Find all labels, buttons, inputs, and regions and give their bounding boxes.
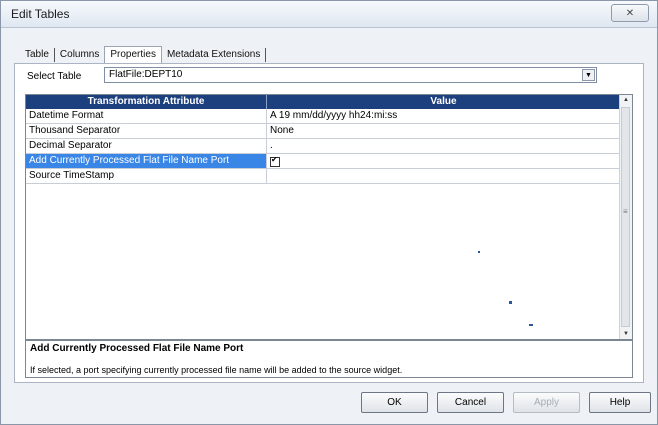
tab-table[interactable]: Table xyxy=(20,46,54,64)
value-cell[interactable]: . xyxy=(267,139,620,153)
table-row[interactable]: Datetime Format A 19 mm/dd/yyyy hh24:mi:… xyxy=(26,109,620,124)
scroll-up-icon[interactable]: ▲ xyxy=(620,95,632,105)
table-row[interactable]: Add Currently Processed Flat File Name P… xyxy=(26,154,620,169)
artifact-dot xyxy=(529,324,533,326)
description-panel: Add Currently Processed Flat File Name P… xyxy=(25,340,633,378)
table-row[interactable]: Thousand Separator None xyxy=(26,124,620,139)
table-row[interactable]: Decimal Separator . xyxy=(26,139,620,154)
close-button[interactable]: ✕ xyxy=(611,4,649,22)
grid-scrollbar[interactable]: ▲ ≡ ▼ xyxy=(619,95,632,339)
ok-button[interactable]: OK xyxy=(361,392,428,413)
help-button[interactable]: Help xyxy=(589,392,651,413)
description-title: Add Currently Processed Flat File Name P… xyxy=(30,343,244,354)
apply-button[interactable]: Apply xyxy=(513,392,580,413)
attribute-cell[interactable]: Datetime Format xyxy=(26,109,267,123)
add-file-name-port-checkbox[interactable]: ✔ xyxy=(270,155,280,167)
artifact-dot xyxy=(509,301,512,304)
checkmark-icon: ✔ xyxy=(271,155,278,164)
select-table-value: FlatFile:DEPT10 xyxy=(109,69,183,80)
close-icon: ✕ xyxy=(625,8,635,19)
select-table-dropdown[interactable]: FlatFile:DEPT10 ▼ xyxy=(104,67,597,83)
tab-columns[interactable]: Columns xyxy=(55,46,104,64)
value-cell[interactable]: None xyxy=(267,124,620,138)
value-cell[interactable]: A 19 mm/dd/yyyy hh24:mi:ss xyxy=(267,109,620,123)
tab-strip: Table Columns Properties Metadata Extens… xyxy=(20,46,267,64)
attribute-cell[interactable]: Thousand Separator xyxy=(26,124,267,138)
grid-header: Transformation Attribute Value xyxy=(26,95,620,109)
title-bar[interactable]: Edit Tables ✕ xyxy=(1,1,657,28)
value-cell[interactable]: ✔ xyxy=(267,154,620,168)
table-row[interactable]: Source TimeStamp xyxy=(26,169,620,184)
edit-tables-dialog: Edit Tables ✕ Table Columns Properties M… xyxy=(0,0,658,425)
cancel-button[interactable]: Cancel xyxy=(437,392,504,413)
attribute-cell[interactable]: Source TimeStamp xyxy=(26,169,267,183)
scroll-down-icon[interactable]: ▼ xyxy=(620,329,632,339)
artifact-dot xyxy=(478,251,480,253)
grip-icon: ≡ xyxy=(623,207,628,216)
description-text: If selected, a port specifying currently… xyxy=(30,365,403,375)
attribute-cell[interactable]: Add Currently Processed Flat File Name P… xyxy=(26,154,267,168)
column-header-attribute[interactable]: Transformation Attribute xyxy=(26,95,267,109)
scroll-thumb[interactable]: ≡ xyxy=(621,107,630,327)
value-cell[interactable] xyxy=(267,169,620,183)
select-table-label: Select Table xyxy=(27,71,82,82)
column-header-value[interactable]: Value xyxy=(267,95,620,109)
properties-panel: Select Table FlatFile:DEPT10 ▼ Transform… xyxy=(14,63,644,383)
window-title: Edit Tables xyxy=(11,7,70,21)
attribute-cell[interactable]: Decimal Separator xyxy=(26,139,267,153)
chevron-down-icon[interactable]: ▼ xyxy=(582,69,595,81)
tab-divider xyxy=(265,48,267,62)
tab-properties[interactable]: Properties xyxy=(104,46,162,64)
tab-metadata-extensions[interactable]: Metadata Extensions xyxy=(162,46,265,64)
properties-grid: Transformation Attribute Value Datetime … xyxy=(25,94,633,340)
